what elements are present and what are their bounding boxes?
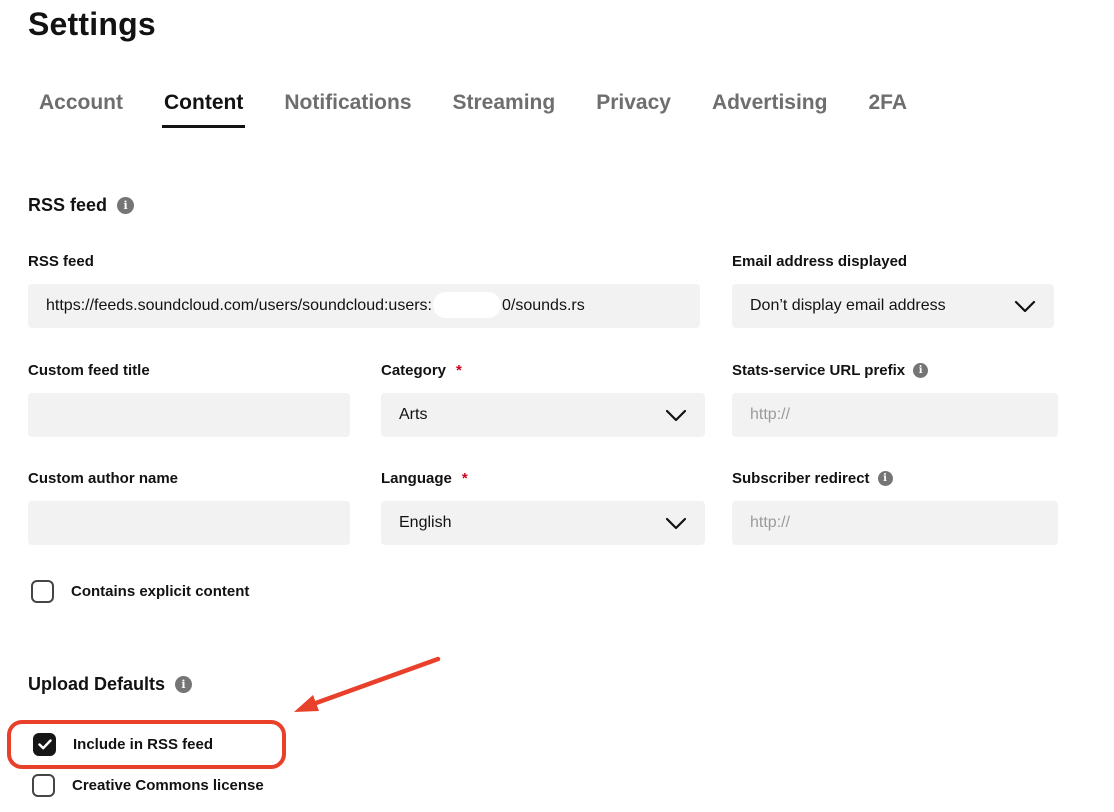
tab-advertising[interactable]: Advertising [710, 91, 830, 128]
email-displayed-label: Email address displayed [732, 253, 907, 270]
rss-feed-label: RSS feed [28, 253, 94, 270]
custom-author-name-label: Custom author name [28, 470, 178, 487]
language-label: Language* [381, 470, 468, 487]
rss-feed-section-title: RSS feed [28, 195, 107, 216]
info-icon[interactable]: i [878, 471, 893, 486]
info-icon[interactable]: i [175, 676, 192, 693]
tab-notifications[interactable]: Notifications [282, 91, 413, 128]
rss-feed-url-text: https://feeds.soundcloud.com/users/sound… [46, 292, 585, 320]
include-rss-checkbox[interactable] [33, 733, 56, 756]
upload-defaults-title: Upload Defaults [28, 674, 165, 695]
chevron-down-icon [665, 517, 687, 530]
tab-2fa[interactable]: 2FA [866, 91, 909, 128]
custom-feed-title-input[interactable] [28, 393, 350, 437]
chevron-down-icon [1014, 300, 1036, 313]
creative-commons-label: Creative Commons license [72, 777, 264, 794]
chevron-down-icon [665, 409, 687, 422]
tab-content[interactable]: Content [162, 91, 245, 128]
subscriber-redirect-label: Subscriber redirect i [732, 470, 893, 487]
category-select[interactable]: Arts [381, 393, 705, 437]
include-rss-label: Include in RSS feed [73, 736, 213, 753]
creative-commons-row: Creative Commons license [32, 774, 264, 797]
explicit-content-row: Contains explicit content [31, 580, 249, 603]
rss-feed-input[interactable]: https://feeds.soundcloud.com/users/sound… [28, 284, 700, 328]
page-title: Settings [28, 6, 156, 43]
custom-feed-title-label: Custom feed title [28, 362, 150, 379]
required-asterisk: * [456, 362, 462, 379]
settings-tabs: Account Content Notifications Streaming … [37, 91, 909, 128]
upload-defaults-heading: Upload Defaults i [28, 674, 192, 695]
tab-streaming[interactable]: Streaming [451, 91, 558, 128]
rss-feed-section-heading: RSS feed i [28, 195, 134, 216]
include-rss-row: Include in RSS feed [33, 733, 213, 756]
tab-privacy[interactable]: Privacy [594, 91, 673, 128]
annotation-arrow [278, 645, 453, 725]
creative-commons-checkbox[interactable] [32, 774, 55, 797]
custom-author-name-input[interactable] [28, 501, 350, 545]
email-displayed-select[interactable]: Don’t display email address [732, 284, 1054, 328]
tab-account[interactable]: Account [37, 91, 125, 128]
info-icon[interactable]: i [913, 363, 928, 378]
checkmark-icon [38, 739, 52, 750]
stats-service-url-input[interactable] [732, 393, 1058, 437]
subscriber-redirect-input[interactable] [732, 501, 1058, 545]
category-label: Category* [381, 362, 462, 379]
language-select[interactable]: English [381, 501, 705, 545]
settings-page: Settings Account Content Notifications S… [0, 0, 1114, 812]
redacted-text [433, 292, 501, 318]
stats-service-label: Stats-service URL prefix i [732, 362, 928, 379]
explicit-content-label: Contains explicit content [71, 583, 249, 600]
required-asterisk: * [462, 470, 468, 487]
explicit-content-checkbox[interactable] [31, 580, 54, 603]
info-icon[interactable]: i [117, 197, 134, 214]
